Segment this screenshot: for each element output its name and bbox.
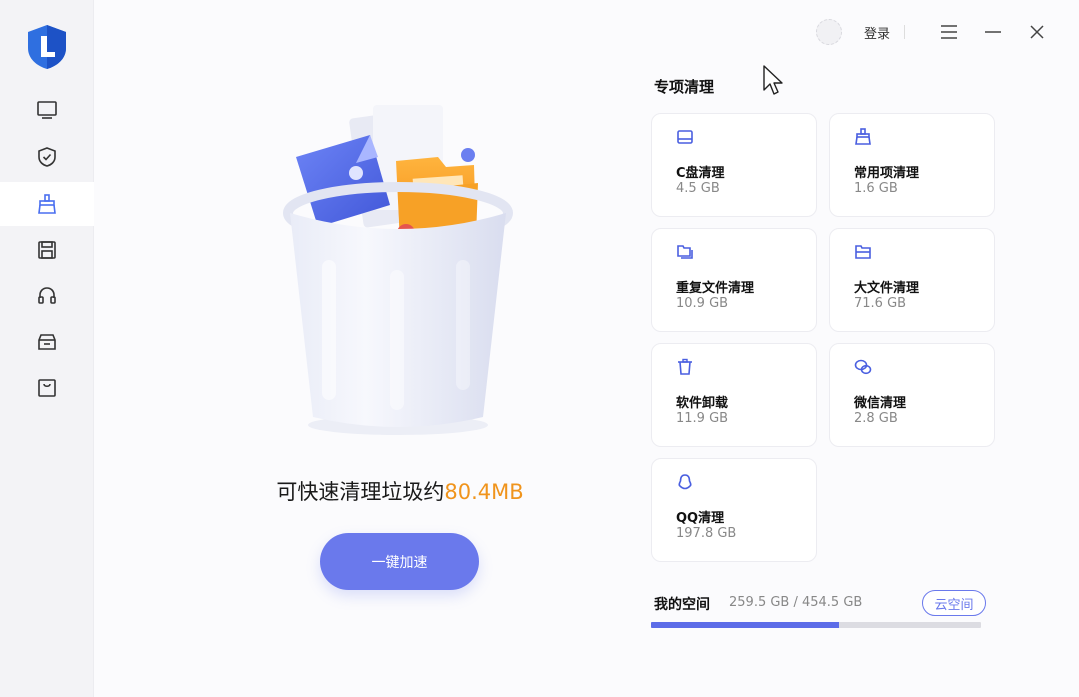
title-divider xyxy=(904,25,905,39)
broom-icon xyxy=(38,194,56,214)
broom-icon xyxy=(855,128,871,145)
qq-icon xyxy=(678,474,692,490)
junk-amount: 80.4MB xyxy=(444,480,524,504)
close-button[interactable] xyxy=(1015,16,1059,48)
avatar[interactable] xyxy=(815,19,842,45)
login-link[interactable]: 登录 xyxy=(864,23,890,42)
menu-button[interactable] xyxy=(927,16,971,48)
wechat-icon xyxy=(854,359,872,375)
floppy-disk-icon xyxy=(38,241,56,259)
my-space-value: 259.5 GB / 454.5 GB xyxy=(729,595,863,610)
app-logo xyxy=(26,24,68,70)
minimize-button[interactable] xyxy=(971,16,1015,48)
space-progress-fill xyxy=(651,622,840,628)
sidebar-item-monitor[interactable] xyxy=(0,88,94,132)
card-size: 10.9 GB xyxy=(676,296,729,311)
large-file-icon xyxy=(855,245,871,259)
card-name: 软件卸载 xyxy=(676,396,729,411)
mouse-cursor-icon xyxy=(763,65,783,95)
shopping-bag-icon xyxy=(38,379,56,397)
trash-icon xyxy=(678,358,692,375)
minimize-icon xyxy=(985,31,1001,33)
my-space-label: 我的空间 xyxy=(654,597,710,613)
title-bar: 登录 xyxy=(815,16,1059,48)
card-name: 微信清理 xyxy=(854,396,907,411)
junk-summary-text: 可快速清理垃圾约 xyxy=(276,480,445,504)
sidebar xyxy=(0,0,94,697)
card-large-files[interactable]: 大文件清理 71.6 GB xyxy=(829,228,995,332)
cloud-space-button[interactable]: 云空间 xyxy=(922,590,986,616)
one-click-accelerate-button[interactable]: 一键加速 xyxy=(320,533,479,590)
junk-summary: 可快速清理垃圾约80.4MB xyxy=(200,476,600,506)
hamburger-icon xyxy=(941,25,957,39)
card-size: 197.8 GB xyxy=(676,526,737,541)
sidebar-item-support[interactable] xyxy=(0,274,94,318)
headset-icon xyxy=(38,287,56,304)
space-progress-bar xyxy=(651,622,981,628)
trash-bin-illustration xyxy=(278,95,518,440)
drive-icon xyxy=(677,130,693,144)
close-icon xyxy=(1030,25,1044,39)
card-c-drive[interactable]: C盘清理 4.5 GB xyxy=(651,113,817,217)
monitor-icon xyxy=(37,101,57,119)
card-size: 2.8 GB xyxy=(854,411,898,426)
card-qq[interactable]: QQ清理 197.8 GB xyxy=(651,458,817,562)
card-name: C盘清理 xyxy=(676,166,725,181)
card-name: QQ清理 xyxy=(676,511,725,526)
card-duplicate-files[interactable]: 重复文件清理 10.9 GB xyxy=(651,228,817,332)
card-size: 71.6 GB xyxy=(854,296,907,311)
duplicate-folder-icon xyxy=(677,245,693,259)
card-name: 大文件清理 xyxy=(854,281,920,296)
app-window: 登录 可快速清理垃圾约80.4MB 一键加速 专项清理 C盘清理 4.5 GB … xyxy=(0,0,1079,697)
card-software-uninstall[interactable]: 软件卸载 11.9 GB xyxy=(651,343,817,447)
card-size: 4.5 GB xyxy=(676,181,720,196)
sidebar-item-bag[interactable] xyxy=(0,366,94,410)
card-name: 重复文件清理 xyxy=(676,281,755,296)
card-name: 常用项清理 xyxy=(854,166,920,181)
card-size: 11.9 GB xyxy=(676,411,729,426)
archive-box-icon xyxy=(38,334,56,350)
sidebar-item-security[interactable] xyxy=(0,135,94,179)
card-size: 1.6 GB xyxy=(854,181,898,196)
sidebar-item-clean[interactable] xyxy=(0,182,94,226)
section-title: 专项清理 xyxy=(654,78,715,96)
sidebar-item-box[interactable] xyxy=(0,320,94,364)
sidebar-item-disk[interactable] xyxy=(0,228,94,272)
card-common-items[interactable]: 常用项清理 1.6 GB xyxy=(829,113,995,217)
card-wechat[interactable]: 微信清理 2.8 GB xyxy=(829,343,995,447)
shield-check-icon xyxy=(38,147,56,167)
